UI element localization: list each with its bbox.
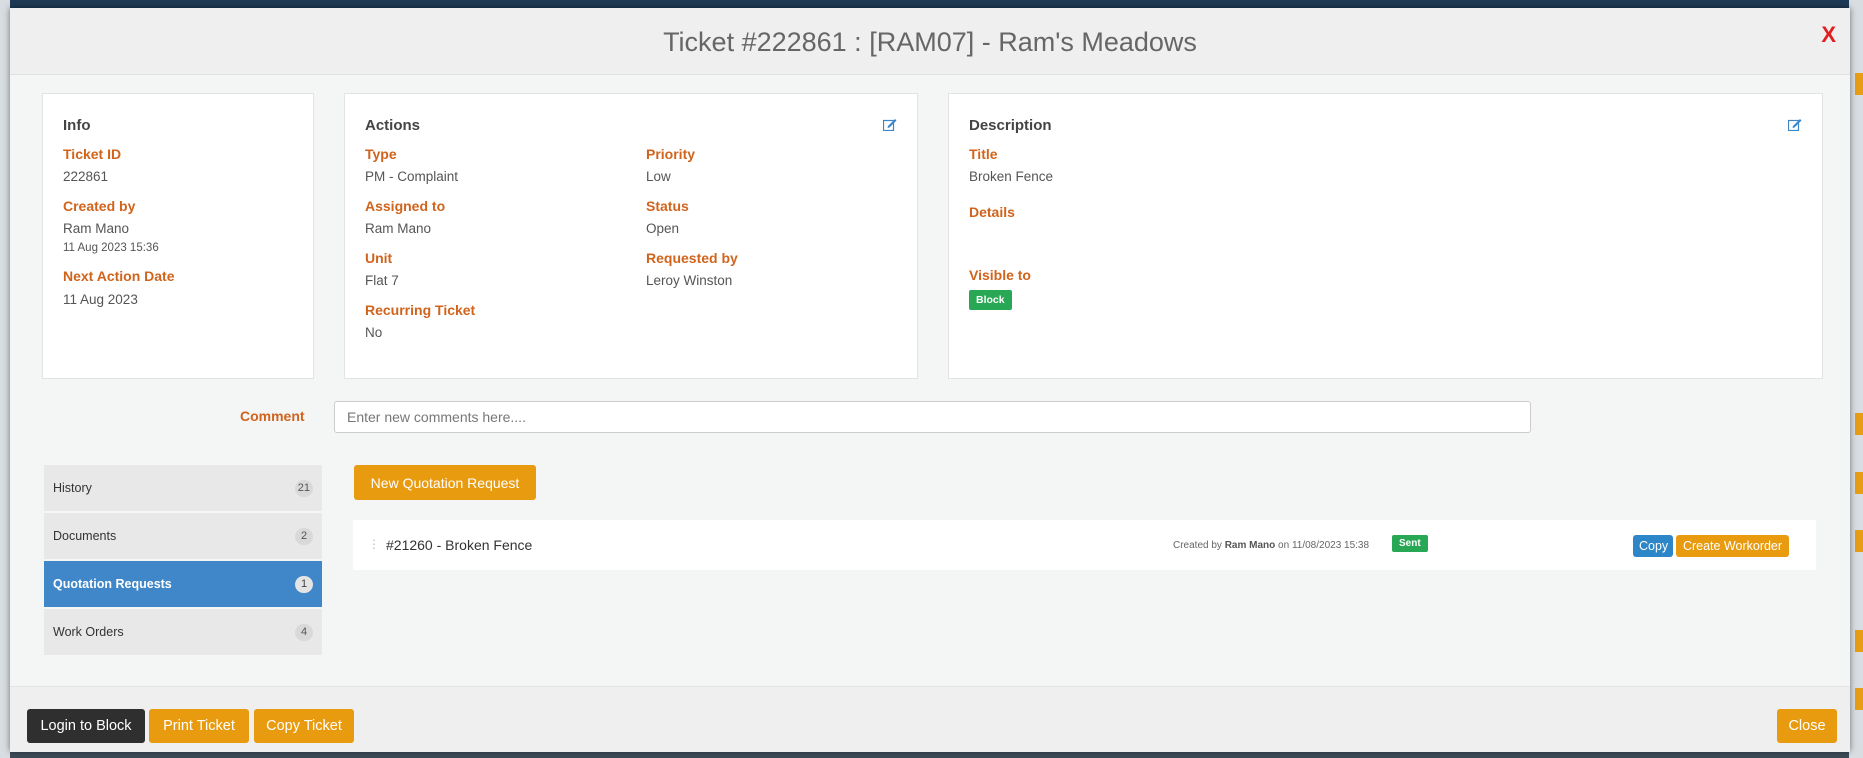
create-workorder-button[interactable]: Create Workorder: [1676, 535, 1789, 557]
sidebar-item-label: Documents: [53, 529, 117, 543]
description-card: Description Title Broken Fence Details V…: [948, 93, 1823, 379]
created-by-value: Ram Mano: [63, 221, 130, 236]
visible-to-label: Visible to: [969, 267, 1031, 283]
edit-description-icon[interactable]: [1787, 118, 1802, 136]
created-at-value: 11 Aug 2023 15:36: [63, 242, 159, 254]
ticket-id-label: Ticket ID: [63, 146, 122, 162]
actions-card: Actions Type PM - Complaint Priority Low…: [344, 93, 918, 379]
background-page-left: [0, 0, 10, 758]
ticket-sidebar: History 21 Documents 2 Quotation Request…: [44, 465, 322, 657]
sidebar-item-history[interactable]: History 21: [44, 465, 322, 511]
sidebar-item-count: 21: [294, 480, 313, 497]
title-label: Title: [969, 146, 998, 162]
modal-title: Ticket #222861 : [RAM07] - Ram's Meadows: [663, 27, 1197, 57]
sidebar-item-documents[interactable]: Documents 2: [44, 513, 322, 559]
quotation-row[interactable]: ⋮ #21260 - Broken Fence Created by Ram M…: [353, 520, 1816, 570]
details-label: Details: [969, 204, 1015, 220]
comment-label: Comment: [240, 408, 305, 424]
comment-input[interactable]: [334, 401, 1531, 433]
new-quotation-request-button[interactable]: New Quotation Request: [354, 465, 536, 500]
type-value: PM - Complaint: [365, 169, 459, 184]
copy-ticket-button[interactable]: Copy Ticket: [254, 709, 354, 743]
edit-actions-icon[interactable]: [882, 118, 897, 136]
info-card: Info Ticket ID 222861 Created by Ram Man…: [42, 93, 314, 379]
sidebar-item-label: Quotation Requests: [53, 577, 172, 591]
priority-value: Low: [646, 169, 671, 184]
assigned-to-label: Assigned to: [365, 198, 446, 214]
next-action-value: 11 Aug 2023: [63, 292, 138, 307]
quotation-meta: Created by Ram Mano on 11/08/2023 15:38: [1173, 540, 1369, 551]
unit-label: Unit: [365, 250, 393, 266]
sidebar-item-count: 1: [295, 576, 313, 593]
ticket-id-value: 222861: [63, 169, 109, 184]
quotation-created-on: on 11/08/2023 15:38: [1278, 540, 1370, 551]
next-action-label: Next Action Date: [63, 268, 175, 284]
sidebar-item-label: Work Orders: [53, 625, 124, 639]
login-to-block-button[interactable]: Login to Block: [27, 709, 145, 743]
visible-to-badge: Block: [969, 290, 1012, 310]
close-button[interactable]: Close: [1777, 709, 1837, 743]
info-heading: Info: [63, 117, 91, 134]
actions-heading: Actions: [365, 117, 421, 134]
requested-by-label: Requested by: [646, 250, 738, 266]
recurring-label: Recurring Ticket: [365, 302, 476, 318]
close-x-button[interactable]: X: [1821, 22, 1836, 48]
print-ticket-button[interactable]: Print Ticket: [149, 709, 249, 743]
sidebar-item-count: 4: [295, 624, 313, 641]
quotation-status-badge: Sent: [1392, 535, 1428, 552]
requested-by-value: Leroy Winston: [646, 273, 733, 288]
quotation-title[interactable]: #21260 - Broken Fence: [386, 537, 532, 553]
modal-footer: Login to Block Print Ticket Copy Ticket …: [10, 686, 1850, 752]
created-prefix: Created by: [1173, 540, 1222, 551]
unit-value: Flat 7: [365, 273, 399, 288]
assigned-to-value: Ram Mano: [365, 221, 432, 236]
modal-header: Ticket #222861 : [RAM07] - Ram's Meadows…: [10, 8, 1850, 75]
quotation-created-by: Ram Mano: [1224, 540, 1276, 551]
background-navbar: [0, 0, 1863, 8]
background-page-right: [1849, 0, 1863, 758]
priority-label: Priority: [646, 146, 696, 162]
title-value: Broken Fence: [969, 169, 1054, 184]
sidebar-item-work-orders[interactable]: Work Orders 4: [44, 609, 322, 655]
sidebar-item-label: History: [53, 481, 92, 495]
status-value: Open: [646, 221, 680, 236]
sidebar-item-quotation-requests[interactable]: Quotation Requests 1: [44, 561, 322, 607]
type-label: Type: [365, 146, 397, 162]
created-by-label: Created by: [63, 198, 136, 214]
recurring-value: No: [365, 325, 383, 340]
drag-handle-icon[interactable]: ⋮: [368, 537, 380, 551]
sidebar-item-count: 2: [295, 528, 313, 545]
description-heading: Description: [969, 117, 1052, 134]
ticket-modal: Ticket #222861 : [RAM07] - Ram's Meadows…: [10, 8, 1850, 752]
status-label: Status: [646, 198, 689, 214]
copy-quotation-button[interactable]: Copy: [1633, 535, 1673, 557]
